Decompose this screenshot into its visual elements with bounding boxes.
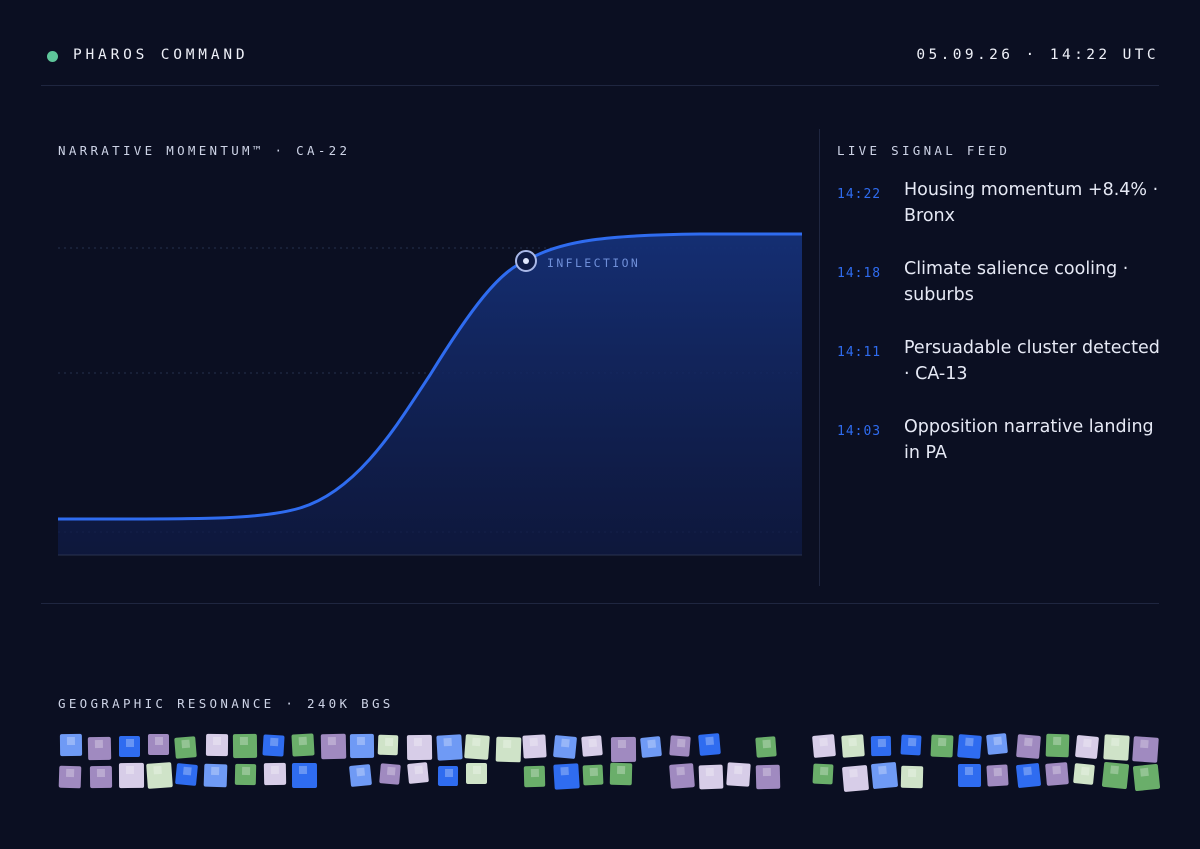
geo-tile	[957, 734, 982, 759]
geo-tile	[465, 762, 488, 785]
feed-item-time: 14:22	[837, 187, 882, 202]
geo-tile	[118, 762, 145, 789]
feed-item-time: 14:03	[837, 424, 882, 439]
geo-tile	[291, 733, 315, 757]
geo-tile	[522, 734, 547, 759]
inflection-label: INFLECTION	[547, 256, 640, 270]
geo-tile	[812, 763, 834, 785]
geo-tile	[755, 764, 781, 790]
geo-tile	[119, 736, 140, 757]
section-divider	[41, 603, 1159, 604]
live-signal-feed: 14:22 Housing momentum +8.4% · Bronx 14:…	[837, 177, 1167, 493]
geo-tile	[320, 733, 347, 760]
geo-tile	[262, 734, 285, 757]
geo-tile	[407, 762, 429, 784]
geo-tile	[437, 765, 459, 787]
geo-tile	[1074, 734, 1100, 760]
geo-tile	[900, 765, 924, 789]
feed-item[interactable]: 14:11 Persuadable cluster detected · CA-…	[837, 335, 1167, 414]
geo-tile	[986, 764, 1009, 787]
geo-tile	[669, 763, 695, 789]
geo-tile	[1016, 734, 1041, 759]
geo-tile	[610, 736, 637, 763]
geo-tile	[1132, 736, 1159, 763]
geo-tile	[841, 764, 870, 793]
feed-item[interactable]: 14:18 Climate salience cooling · suburbs	[837, 256, 1167, 335]
geo-tile	[146, 762, 173, 789]
geo-tile	[1045, 733, 1070, 758]
geo-tile	[174, 736, 197, 759]
geo-tile	[234, 763, 257, 786]
geo-tile	[930, 734, 954, 758]
geo-tile	[291, 762, 318, 789]
geo-section-title: GEOGRAPHIC RESONANCE · 240K BGS	[58, 696, 394, 711]
momentum-chart: INFLECTION	[57, 232, 802, 556]
geo-tile	[900, 734, 922, 756]
datetime-readout: 05.09.26 · 14:22 UTC	[916, 47, 1159, 63]
geo-tile	[406, 734, 433, 761]
geo-tile	[263, 762, 287, 786]
geo-tile	[1101, 761, 1130, 790]
geo-tile	[349, 764, 372, 787]
feed-item-text: Climate salience cooling · suburbs	[904, 259, 1129, 305]
geo-tile	[1132, 763, 1161, 792]
geo-tile	[1103, 734, 1130, 761]
geo-tile	[812, 734, 836, 758]
geo-tile	[726, 762, 751, 787]
geo-tile	[582, 764, 604, 786]
geo-tile	[957, 763, 982, 788]
geo-tile	[986, 733, 1008, 755]
geo-tile	[841, 734, 865, 758]
geo-tile	[1073, 763, 1095, 785]
geo-tile	[669, 735, 691, 757]
geo-tile	[870, 735, 892, 757]
geo-tile	[436, 734, 463, 761]
feed-item[interactable]: 14:22 Housing momentum +8.4% · Bronx	[837, 177, 1167, 256]
geo-tile	[89, 765, 113, 789]
geo-tile	[698, 733, 721, 756]
feed-item-text: Housing momentum +8.4% · Bronx	[904, 180, 1159, 226]
geo-tile	[1045, 762, 1069, 786]
geo-tile	[203, 763, 228, 788]
geo-tile	[755, 736, 777, 758]
feed-item-text: Opposition narrative landing in PA	[904, 417, 1154, 463]
geo-tile	[553, 763, 580, 790]
geo-tile	[232, 733, 258, 759]
geo-tile	[58, 765, 82, 789]
geo-tile	[870, 761, 899, 790]
geo-tile	[609, 762, 633, 786]
geo-tile	[464, 734, 490, 760]
geo-tile	[552, 734, 578, 760]
inflection-marker-dot	[523, 258, 529, 264]
feed-title: LIVE SIGNAL FEED	[837, 143, 1011, 158]
geo-tile	[379, 763, 401, 785]
geo-tile	[349, 733, 375, 759]
geo-tile	[175, 763, 198, 786]
geo-tile	[147, 733, 170, 756]
feed-item-time: 14:11	[837, 345, 882, 360]
feed-item-text: Persuadable cluster detected · CA-13	[904, 338, 1160, 384]
geo-tile	[1015, 762, 1042, 789]
geo-tile	[523, 765, 546, 788]
geo-tile	[698, 764, 724, 790]
geo-tile	[205, 733, 229, 757]
geo-tile	[377, 734, 399, 756]
geo-tile	[581, 735, 603, 757]
feed-item[interactable]: 14:03 Opposition narrative landing in PA	[837, 414, 1167, 493]
momentum-area	[58, 234, 802, 555]
feed-item-time: 14:18	[837, 266, 882, 281]
geo-tile	[87, 736, 112, 761]
panel-divider	[819, 129, 820, 586]
geo-tile	[59, 733, 83, 757]
geo-tile	[495, 736, 522, 763]
geo-tile	[640, 736, 662, 758]
